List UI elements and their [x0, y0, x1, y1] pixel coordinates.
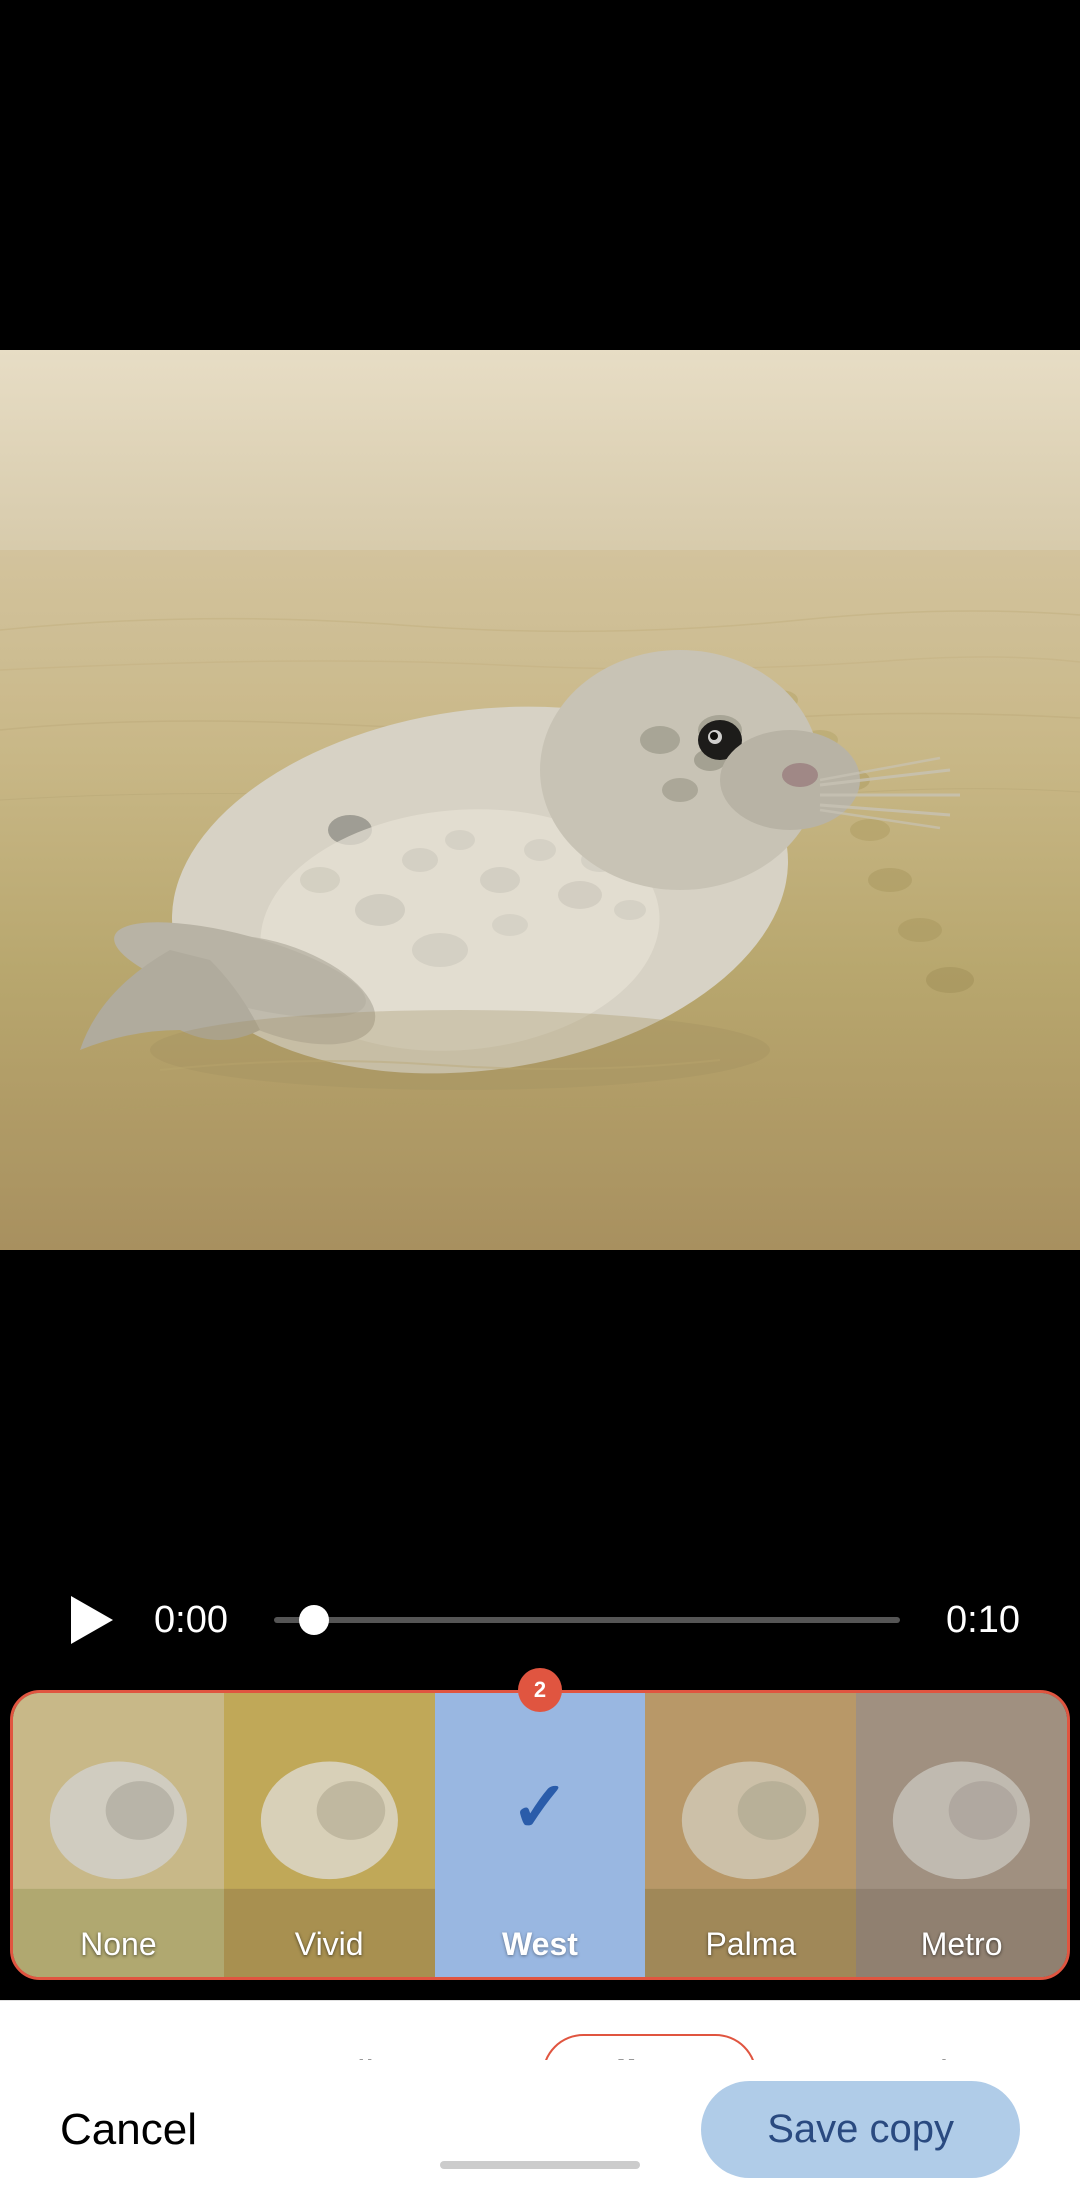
filter-metro-label: Metro — [856, 1926, 1067, 1963]
home-indicator — [440, 2161, 640, 2169]
filter-none-label: None — [13, 1926, 224, 1963]
scrubber-thumb[interactable] — [299, 1605, 329, 1635]
playback-controls: 0:00 0:10 — [0, 1570, 1080, 1670]
filter-west[interactable]: ✓ West — [435, 1693, 646, 1977]
cancel-button[interactable]: Cancel — [60, 2105, 197, 2155]
seal-photo — [0, 350, 1080, 1250]
filter-vivid[interactable]: Vivid — [224, 1693, 435, 1977]
scrubber-track[interactable] — [274, 1617, 900, 1623]
black-top — [0, 0, 1080, 350]
time-total: 0:10 — [930, 1599, 1020, 1642]
filter-palma-label: Palma — [645, 1926, 856, 1963]
filmstrip-container: 2 None Vivid — [10, 1690, 1070, 1980]
west-checkmark: ✓ — [511, 1772, 570, 1842]
filmstrip: None Vivid ✓ West — [10, 1690, 1070, 1980]
filmstrip-badge: 2 — [518, 1668, 562, 1712]
filter-west-label: West — [435, 1926, 646, 1963]
filter-palma[interactable]: Palma — [645, 1693, 856, 1977]
time-current: 0:00 — [154, 1599, 244, 1642]
action-bar: Cancel Save copy — [0, 2060, 1080, 2199]
filter-vivid-label: Vivid — [224, 1926, 435, 1963]
filter-none[interactable]: None — [13, 1693, 224, 1977]
filter-metro[interactable]: Metro — [856, 1693, 1067, 1977]
play-button[interactable] — [60, 1588, 124, 1652]
save-copy-button[interactable]: Save copy — [701, 2081, 1020, 2178]
